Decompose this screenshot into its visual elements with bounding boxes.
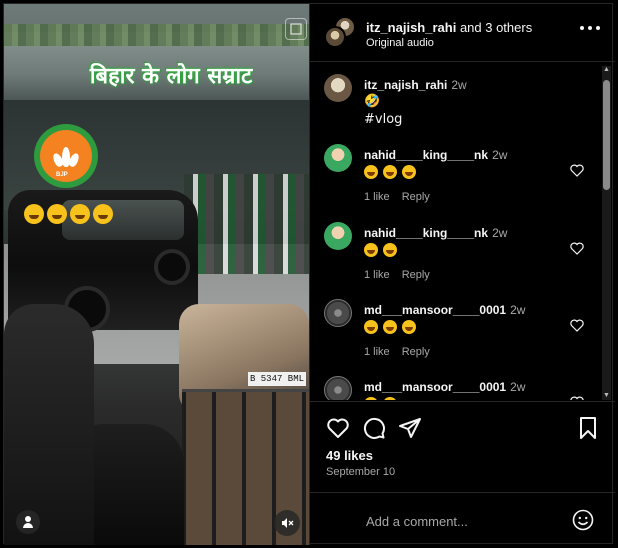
video-scene-person bbox=[4, 304, 94, 545]
laughing-emoji-icon bbox=[402, 319, 416, 334]
comment-header: md___mansoor____0001 2w bbox=[364, 380, 525, 394]
heart-icon[interactable] bbox=[570, 319, 584, 332]
comment-body bbox=[364, 396, 402, 400]
comment-time: 2w bbox=[492, 226, 508, 240]
comment-time: 2w bbox=[451, 78, 467, 92]
comment-likes[interactable]: 1 like bbox=[364, 191, 390, 203]
comments-list: itz_najish_rahi 2w 🤣 #vlog nahid____king_… bbox=[310, 62, 615, 400]
post-dialog: B 5347 BML बिहार के लोग सम्राट BJP itz_n… bbox=[3, 3, 615, 545]
avatar[interactable] bbox=[324, 144, 352, 172]
video-scene-trees bbox=[4, 24, 309, 46]
more-icon[interactable] bbox=[580, 26, 600, 34]
comment-meta: 1 like Reply bbox=[364, 191, 430, 203]
post-actions: 49 likes September 10 bbox=[310, 401, 615, 489]
laughing-emoji-icon bbox=[93, 204, 113, 224]
video-emoji-row bbox=[24, 204, 116, 229]
bookmark-icon[interactable] bbox=[576, 416, 600, 440]
comment-header: nahid____king____nk 2w bbox=[364, 226, 507, 240]
emoji-icon bbox=[364, 396, 378, 400]
comment-time: 2w bbox=[510, 303, 526, 317]
bjp-logo bbox=[34, 124, 98, 188]
comments-scrollbar[interactable]: ▲ ▼ bbox=[602, 66, 611, 400]
heart-icon[interactable] bbox=[570, 164, 584, 177]
comment-meta: 1 like Reply bbox=[364, 269, 430, 281]
comment-meta: 1 like Reply bbox=[364, 346, 430, 358]
comment-header: md___mansoor____0001 2w bbox=[364, 303, 525, 317]
comment-body bbox=[364, 164, 421, 179]
author-username[interactable]: itz_najish_rahi bbox=[366, 20, 456, 35]
laughing-emoji-icon bbox=[383, 319, 397, 334]
laughing-emoji-icon bbox=[24, 204, 44, 224]
comment-icon[interactable] bbox=[362, 416, 386, 440]
post-author[interactable]: itz_najish_rahi and 3 others bbox=[366, 20, 532, 35]
user-tag-icon[interactable] bbox=[16, 510, 40, 534]
scroll-thumb[interactable] bbox=[603, 80, 610, 190]
post-date: September 10 bbox=[326, 466, 396, 478]
comment-input[interactable] bbox=[366, 512, 556, 530]
avatar[interactable] bbox=[324, 299, 352, 327]
comment-username[interactable]: nahid____king____nk bbox=[364, 148, 488, 162]
caption-emoji: 🤣 bbox=[364, 94, 381, 109]
laughing-emoji-icon bbox=[383, 242, 397, 257]
mute-icon[interactable] bbox=[274, 510, 300, 536]
laughing-emoji-icon bbox=[364, 242, 378, 257]
share-icon[interactable] bbox=[398, 416, 422, 440]
laughing-emoji-icon bbox=[364, 164, 378, 179]
reply-button[interactable]: Reply bbox=[402, 269, 430, 281]
comment-time: 2w bbox=[492, 148, 508, 162]
avatar[interactable] bbox=[324, 376, 352, 400]
comment-username[interactable]: md___mansoor____0001 bbox=[364, 380, 506, 394]
comment-header: nahid____king____nk 2w bbox=[364, 148, 507, 162]
heart-icon[interactable] bbox=[570, 396, 584, 400]
avatar[interactable] bbox=[324, 74, 352, 102]
comment-body bbox=[364, 319, 421, 334]
video-corner-icon bbox=[285, 18, 307, 40]
lotus-icon bbox=[51, 145, 81, 169]
avatar-stack[interactable] bbox=[324, 16, 356, 48]
comment-likes[interactable]: 1 like bbox=[364, 269, 390, 281]
comment-username[interactable]: nahid____king____nk bbox=[364, 226, 488, 240]
comment-time: 2w bbox=[510, 380, 526, 394]
caption-header: itz_najish_rahi 2w bbox=[364, 78, 467, 92]
comment-username[interactable]: md___mansoor____0001 bbox=[364, 303, 506, 317]
heart-icon[interactable] bbox=[570, 242, 584, 255]
avatar bbox=[324, 26, 346, 48]
video-scene-crowd bbox=[184, 174, 309, 274]
comment-composer bbox=[310, 492, 615, 545]
scroll-down-icon[interactable]: ▼ bbox=[603, 392, 610, 400]
emoji-icon bbox=[383, 396, 397, 400]
video-scene-wheel bbox=[154, 249, 190, 285]
comment-body bbox=[364, 242, 402, 257]
avatar[interactable] bbox=[324, 222, 352, 250]
comment-username[interactable]: itz_najish_rahi bbox=[364, 78, 447, 92]
scroll-up-icon[interactable]: ▲ bbox=[603, 66, 610, 74]
comment-likes[interactable]: 1 like bbox=[364, 346, 390, 358]
post-header: itz_najish_rahi and 3 others Original au… bbox=[310, 4, 615, 62]
hashtag-link[interactable]: #vlog bbox=[364, 112, 402, 127]
likes-count[interactable]: 49 likes bbox=[326, 448, 373, 463]
emoji-icon[interactable] bbox=[572, 509, 594, 531]
author-others[interactable]: and 3 others bbox=[460, 20, 532, 35]
laughing-emoji-icon bbox=[364, 319, 378, 334]
laughing-emoji-icon bbox=[383, 164, 397, 179]
bjp-logo-label: BJP bbox=[56, 172, 68, 178]
heart-icon[interactable] bbox=[326, 416, 350, 440]
laughing-emoji-icon bbox=[47, 204, 67, 224]
video-overlay-title: बिहार के लोग सम्राट bbox=[89, 64, 253, 89]
laughing-emoji-icon bbox=[402, 164, 416, 179]
post-sidebar: itz_najish_rahi and 3 others Original au… bbox=[309, 4, 615, 545]
reply-button[interactable]: Reply bbox=[402, 191, 430, 203]
video-scene-plate: B 5347 BML bbox=[248, 372, 306, 386]
laughing-emoji-icon bbox=[70, 204, 90, 224]
reply-button[interactable]: Reply bbox=[402, 346, 430, 358]
audio-label[interactable]: Original audio bbox=[366, 37, 434, 49]
video-player[interactable]: B 5347 BML बिहार के लोग सम्राट BJP bbox=[4, 4, 309, 545]
